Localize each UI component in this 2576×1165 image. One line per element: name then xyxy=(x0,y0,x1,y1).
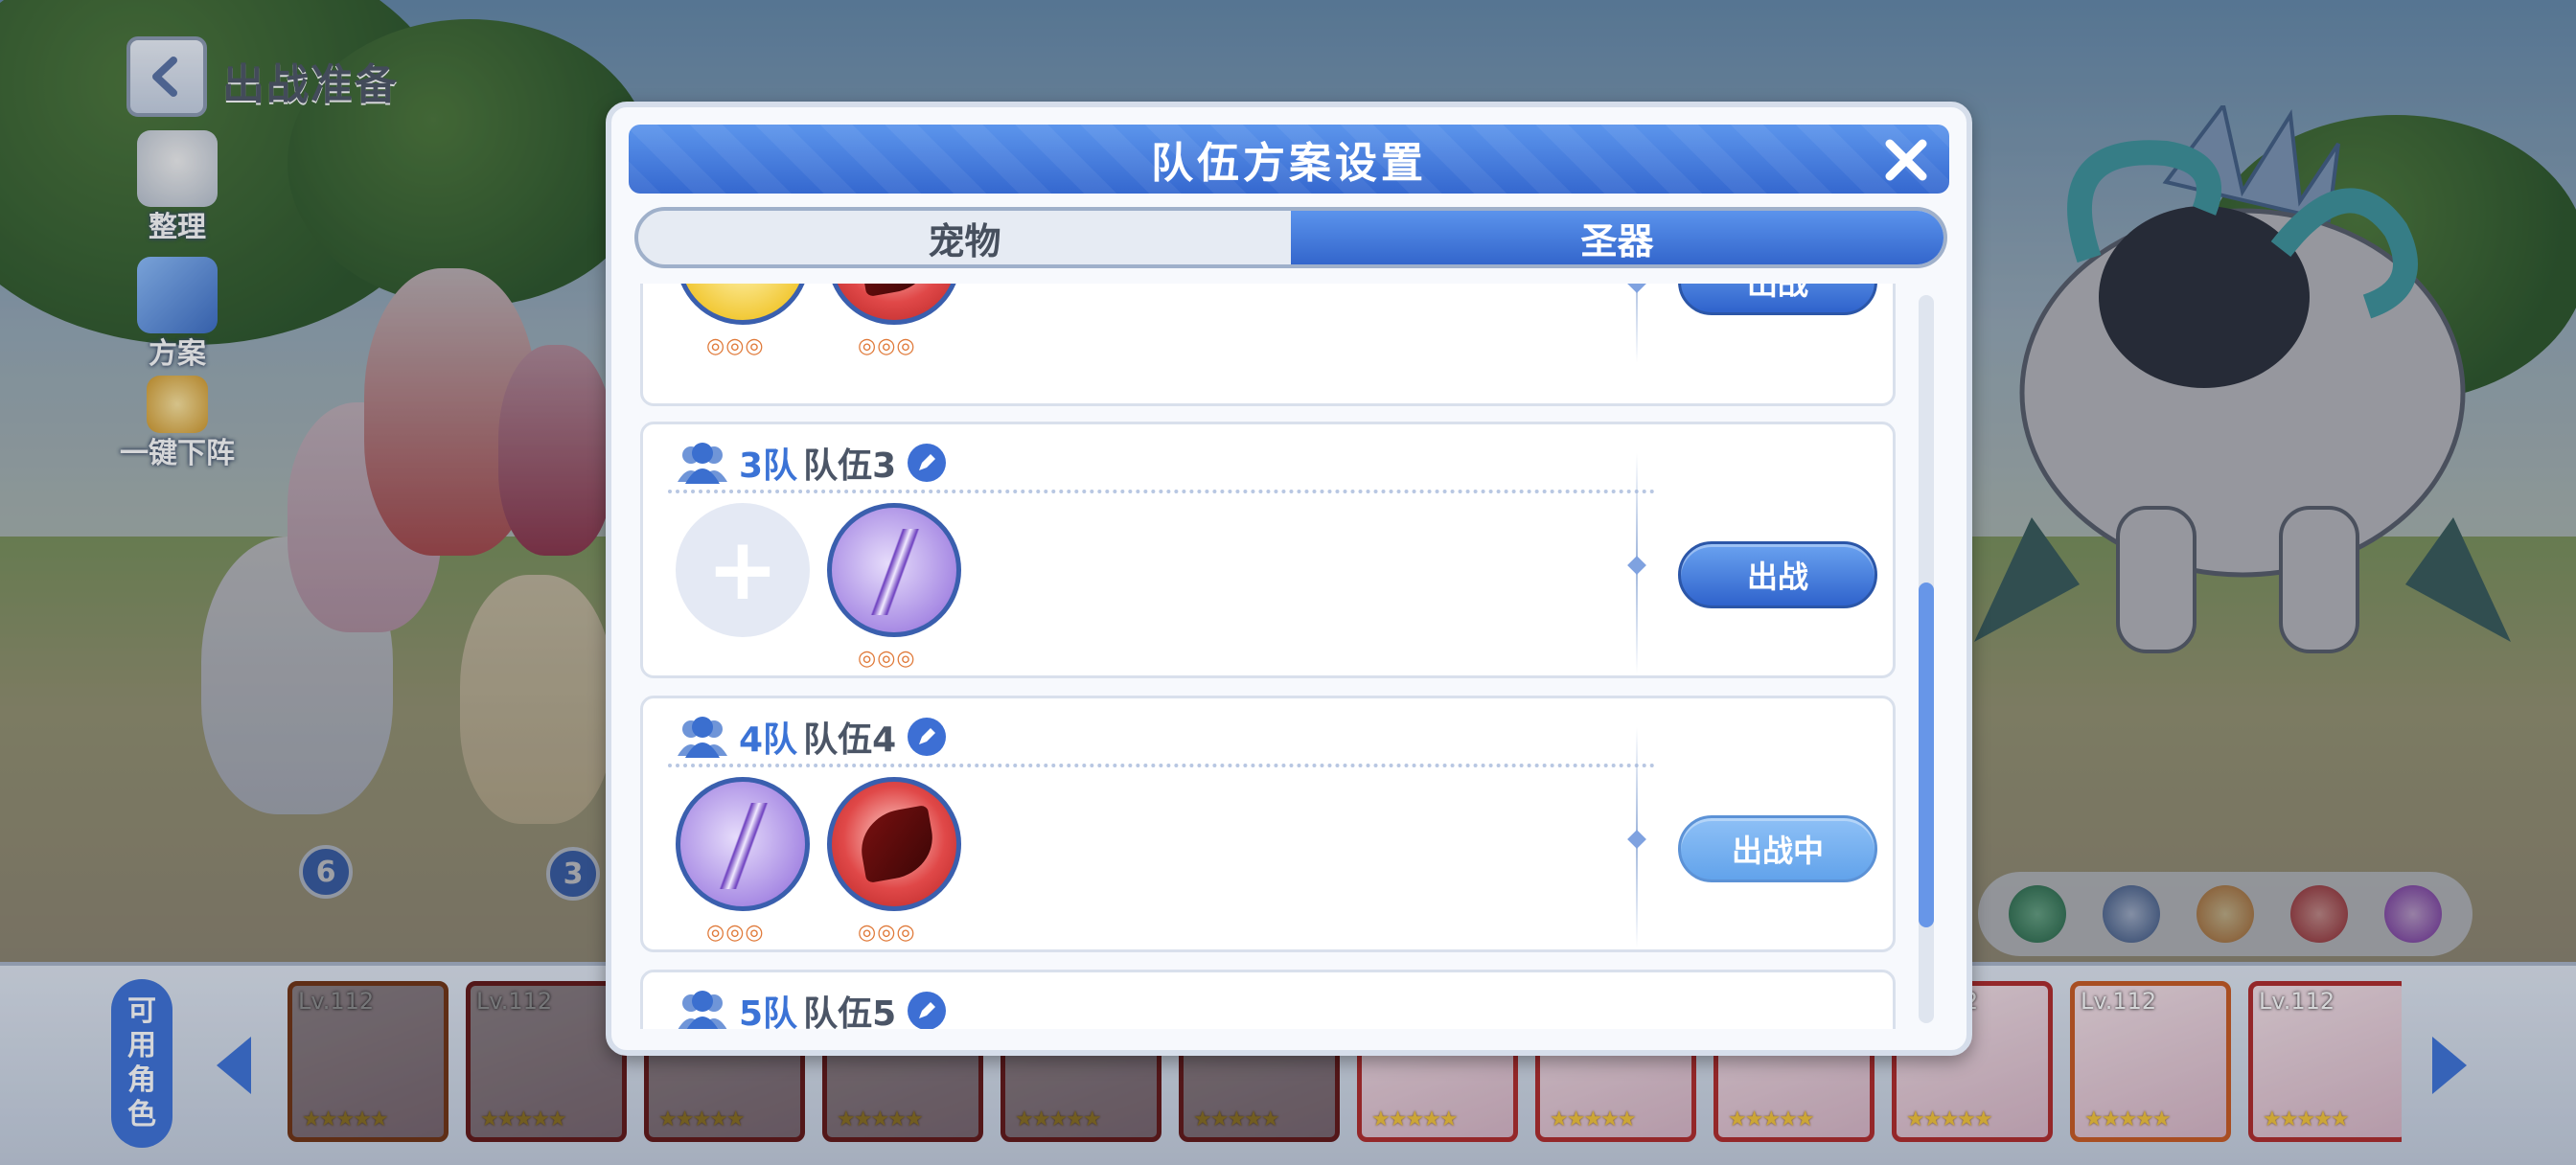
tab-relics[interactable]: 圣器 xyxy=(1291,211,1944,264)
team-panel: 3队 队伍3 + ◎◎◎ 出战 xyxy=(640,422,1896,678)
team-panel: 5队 队伍5 xyxy=(640,970,1896,1029)
pencil-icon xyxy=(919,454,936,470)
relic-level-pips: ◎◎◎ xyxy=(858,334,916,358)
plus-icon: + xyxy=(706,519,779,620)
team-list[interactable]: ◎◎◎ ◎◎◎ 出战 3队 队伍3 + ◎◎◎ 出战 4队 队伍4 ◎◎◎ ◎◎… xyxy=(634,284,1919,1029)
team-panel: ◎◎◎ ◎◎◎ 出战 xyxy=(640,284,1896,406)
team-number: 4队 xyxy=(739,720,798,760)
team-panel: 4队 队伍4 ◎◎◎ ◎◎◎ 出战中 xyxy=(640,696,1896,952)
relic-level-pips: ◎◎◎ xyxy=(706,334,765,358)
team-icon xyxy=(678,991,727,1029)
tab-bar: 宠物 圣器 xyxy=(634,207,1947,268)
header-divider xyxy=(668,490,1655,493)
team-name: 队伍4 xyxy=(803,720,897,760)
team-number: 3队 xyxy=(739,446,798,486)
dialog-title: 队伍方案设置 xyxy=(1151,139,1427,188)
team-header: 4队 队伍4 xyxy=(672,712,947,762)
team-header: 3队 队伍3 xyxy=(672,438,947,488)
relic-slot[interactable] xyxy=(827,503,961,637)
edit-name-button[interactable] xyxy=(908,992,947,1029)
relic-slot[interactable] xyxy=(676,777,810,911)
team-name: 队伍5 xyxy=(803,994,897,1029)
team-number: 5队 xyxy=(739,994,798,1029)
relic-slot[interactable] xyxy=(676,284,810,325)
relic-slot[interactable] xyxy=(827,284,961,325)
divider xyxy=(1636,453,1638,674)
close-icon xyxy=(1885,139,1927,181)
pencil-icon xyxy=(919,728,936,744)
deploy-button[interactable]: 出战 xyxy=(1678,541,1877,608)
team-icon xyxy=(678,443,727,484)
relic-slot[interactable] xyxy=(827,777,961,911)
empty-relic-slot[interactable]: + xyxy=(676,503,810,637)
header-divider xyxy=(668,764,1655,767)
divider xyxy=(1636,727,1638,948)
relic-level-pips: ◎◎◎ xyxy=(706,921,765,945)
scrollbar-thumb[interactable] xyxy=(1919,582,1934,927)
team-plan-dialog: 队伍方案设置 宠物 圣器 ◎◎◎ ◎◎◎ 出战 3队 队伍3 + ◎◎◎ 出战 … xyxy=(606,102,1972,1056)
list-scrollbar[interactable] xyxy=(1919,295,1934,1023)
deployed-status-button[interactable]: 出战中 xyxy=(1678,815,1877,882)
close-button[interactable] xyxy=(1880,134,1932,186)
relic-level-pips: ◎◎◎ xyxy=(858,647,916,671)
team-icon xyxy=(678,717,727,758)
deploy-button[interactable]: 出战 xyxy=(1678,284,1877,315)
tab-pets[interactable]: 宠物 xyxy=(638,211,1291,264)
edit-name-button[interactable] xyxy=(908,718,947,756)
edit-name-button[interactable] xyxy=(908,444,947,482)
dialog-header: 队伍方案设置 xyxy=(629,125,1949,194)
team-header: 5队 队伍5 xyxy=(672,986,947,1029)
relic-level-pips: ◎◎◎ xyxy=(858,921,916,945)
divider xyxy=(1636,284,1638,363)
team-name: 队伍3 xyxy=(803,446,897,486)
pencil-icon xyxy=(919,1002,936,1018)
